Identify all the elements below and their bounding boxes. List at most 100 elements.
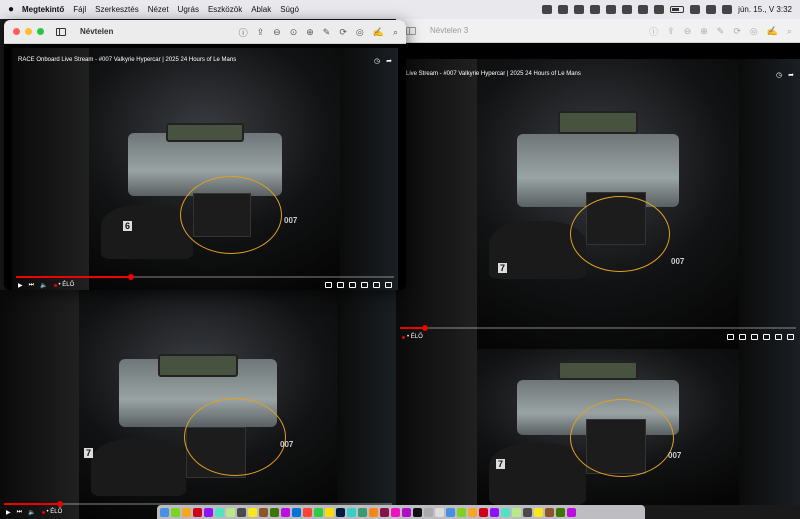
annotate-icon[interactable]: ◎ [356,27,364,38]
live-badge[interactable]: • ÉLŐ [54,282,75,288]
cc-icon[interactable] [739,334,746,340]
share-icon[interactable]: ➦ [788,71,794,79]
dock-app-icon[interactable] [501,507,510,517]
play-icon[interactable]: ▶ [6,509,11,516]
preview-window-front[interactable]: Névtelen ⓘ ⇪ ⊖ ⊙ ⊕ ✎ ⟳ ◎ ✍ ⌕ 007 6 RACE … [4,20,406,290]
volume-icon[interactable]: 🔈 [28,509,35,516]
dock-app-icon[interactable] [358,507,367,517]
clock-icon[interactable]: ◷ [776,71,782,79]
dock-app-icon[interactable] [171,507,180,517]
menu-tools[interactable]: Eszközök [208,5,242,14]
search-icon[interactable] [706,5,717,14]
menu-app-name[interactable]: Megtekintő [22,5,64,14]
menu-file[interactable]: Fájl [73,5,86,14]
share-icon[interactable]: ➦ [386,57,392,65]
dock-app-icon[interactable] [182,507,191,517]
video-title[interactable]: Live Stream - #007 Valkyrie Hypercar | 2… [406,71,581,77]
signature-icon[interactable]: ✍ [767,26,778,37]
apple-menu-icon[interactable]: ● [0,4,22,15]
fullscreen-icon[interactable] [385,282,392,288]
dock-app-icon[interactable] [160,507,169,517]
video-title[interactable]: RACE Onboard Live Stream - #007 Valkyrie… [18,57,236,63]
wifi-icon[interactable] [690,5,701,14]
window-titlebar[interactable]: Névtelen 3 ⓘ ⇪ ⊖ ⊕ ✎ ⟳ ◎ ✍ ⌕ [396,19,800,43]
menu-view[interactable]: Nézet [148,5,169,14]
theater-icon[interactable] [373,282,380,288]
sidebar-toggle-icon[interactable] [56,27,66,36]
dock-app-icon[interactable] [380,507,389,517]
menu-go[interactable]: Ugrás [178,5,199,14]
video-window-bottom-left[interactable]: 007 7 ▶ ⏭ 🔈 • ÉLŐ [0,290,396,519]
fullscreen-icon[interactable] [787,334,794,340]
dock-app-icon[interactable] [556,507,565,517]
signature-icon[interactable]: ✍ [373,27,384,38]
preview-window-back[interactable]: Névtelen 3 ⓘ ⇪ ⊖ ⊕ ✎ ⟳ ◎ ✍ ⌕ 007 7 Live … [396,19,800,505]
dock-app-icon[interactable] [446,507,455,517]
zoom-in-icon[interactable]: ⊕ [700,26,708,37]
search-icon[interactable]: ⌕ [787,26,792,37]
next-icon[interactable]: ⏭ [29,282,34,289]
dock-app-icon[interactable] [204,507,213,517]
dock-app-icon[interactable] [292,507,301,517]
dock-app-icon[interactable] [468,507,477,517]
menu-help[interactable]: Súgó [280,5,299,14]
display-icon[interactable] [606,5,617,14]
fullscreen-icon[interactable] [37,28,44,35]
menu-window[interactable]: Ablak [251,5,271,14]
dock-app-icon[interactable] [281,507,290,517]
video-frame-top-right[interactable]: 007 7 Live Stream - #007 Valkyrie Hyperc… [396,59,800,349]
screenshot-icon[interactable] [590,5,601,14]
dock-app-icon[interactable] [226,507,235,517]
next-icon[interactable]: ⏭ [17,509,22,516]
sidebar-toggle-icon[interactable] [406,26,416,35]
dock-app-icon[interactable] [193,507,202,517]
play-icon[interactable]: ▶ [18,282,23,289]
live-badge[interactable]: • ÉLŐ [42,509,63,515]
dock-app-icon[interactable] [259,507,268,517]
dock-app-icon[interactable] [325,507,334,517]
dock-app-icon[interactable] [457,507,466,517]
markup-icon[interactable]: ✎ [717,26,725,37]
dock-app-icon[interactable] [215,507,224,517]
close-icon[interactable] [13,28,20,35]
zoom-out-icon[interactable]: ⊖ [273,27,281,38]
dock-app-icon[interactable] [248,507,257,517]
settings-icon[interactable] [751,334,758,340]
dock-app-icon[interactable] [270,507,279,517]
dock-app-icon[interactable] [347,507,356,517]
dock-app-icon[interactable] [567,507,576,517]
cc-icon[interactable] [337,282,344,288]
dock-app-icon[interactable] [303,507,312,517]
control-center-icon[interactable] [722,5,733,14]
search-icon[interactable]: ⌕ [393,27,398,38]
zoom-fit-icon[interactable]: ⊙ [290,27,298,38]
pen-icon[interactable] [574,5,585,14]
toggle-icon[interactable] [727,334,734,340]
rotate-icon[interactable]: ⟳ [733,26,741,37]
menu-edit[interactable]: Szerkesztés [95,5,139,14]
miniplayer-icon[interactable] [361,282,368,288]
video-frame-top-left[interactable]: 007 6 RACE Onboard Live Stream - #007 Va… [12,48,398,290]
dock-app-icon[interactable] [369,507,378,517]
annotate-icon[interactable]: ◎ [750,26,758,37]
settings-icon[interactable] [349,282,356,288]
dock-app-icon[interactable] [545,507,554,517]
toggle-icon[interactable] [325,282,332,288]
live-badge[interactable]: • ÉLŐ [402,334,423,340]
dock-app-icon[interactable] [523,507,532,517]
gear-icon[interactable] [558,5,569,14]
dock-app-icon[interactable] [490,507,499,517]
dock-app-icon[interactable] [314,507,323,517]
dock-app-icon[interactable] [424,507,433,517]
dock-app-icon[interactable] [435,507,444,517]
clock-icon[interactable]: ◷ [374,57,380,65]
dropbox-icon[interactable] [542,5,553,14]
info-icon[interactable]: ⓘ [649,25,658,38]
theater-icon[interactable] [775,334,782,340]
bluetooth-icon[interactable] [654,5,665,14]
dock-app-icon[interactable] [237,507,246,517]
dock-app-icon[interactable] [479,507,488,517]
info-icon[interactable]: ⓘ [239,26,248,39]
video-progress[interactable] [16,274,394,280]
dock-app-icon[interactable] [391,507,400,517]
